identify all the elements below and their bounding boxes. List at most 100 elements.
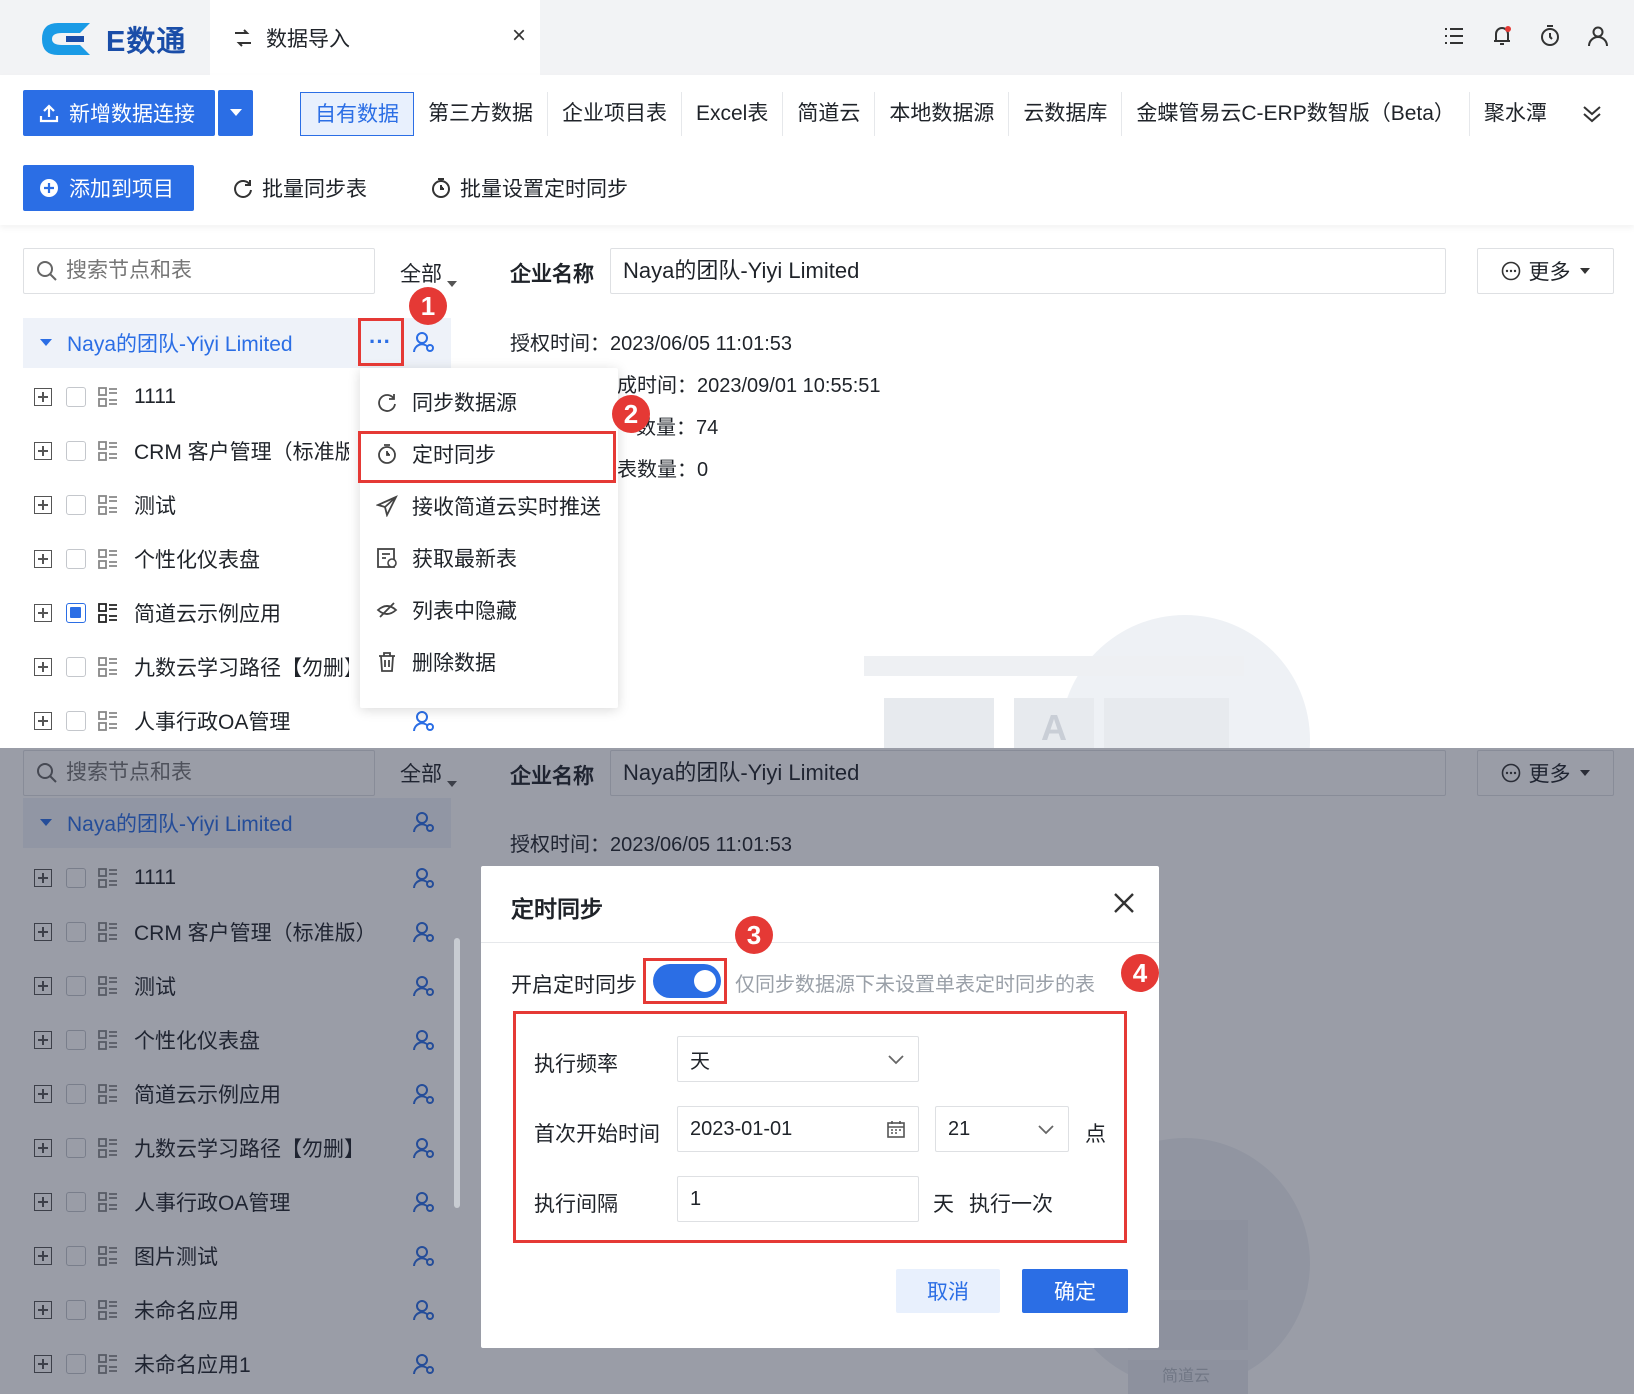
app-grid-icon <box>98 495 117 515</box>
tree-scrollbar[interactable] <box>454 938 460 1208</box>
main-toolbar: 新增数据连接 自有数据 第三方数据 企业项目表 Excel表 简道云 本地数据源… <box>0 75 1634 225</box>
sync-flow-icon <box>235 28 251 47</box>
more-tabs-button[interactable] <box>1570 92 1614 136</box>
task-list-icon[interactable] <box>1442 24 1466 48</box>
menu-item-receive-push[interactable]: 接收简道云实时推送 <box>360 481 618 531</box>
logo-text: E数通 <box>106 26 187 58</box>
double-chevron-down-icon <box>1583 106 1601 123</box>
table-refresh-icon <box>377 548 397 568</box>
expand-plus-icon[interactable] <box>34 496 52 514</box>
tree-row-label: 人事行政OA管理 <box>134 711 291 734</box>
more-circle-icon <box>1501 261 1520 281</box>
batch-sync-button[interactable]: 批量同步表 <box>232 165 367 211</box>
user-icon[interactable] <box>1586 24 1610 48</box>
app-grid-icon <box>98 441 117 461</box>
enable-hint: 仅同步数据源下未设置单表定时同步的表 <box>735 974 1095 996</box>
tree-row-label: 九数云学习路径【勿删】 <box>134 657 349 680</box>
tab-excel[interactable]: Excel表 <box>682 92 784 136</box>
batch-schedule-button[interactable]: 批量设置定时同步 <box>430 165 628 211</box>
menu-label: 接收简道云实时推送 <box>412 496 601 519</box>
illustration-card-letter: A <box>1014 698 1094 748</box>
tab-data-import[interactable]: 数据导入 × <box>210 0 540 75</box>
sync-time: 成时间：2023/09/01 10:55:51 <box>617 375 881 397</box>
expand-plus-icon[interactable] <box>34 658 52 676</box>
new-connection-button[interactable]: 新增数据连接 <box>23 90 215 136</box>
expand-plus-icon[interactable] <box>34 550 52 568</box>
more-button[interactable]: 更多 <box>1477 248 1614 294</box>
row-checkbox[interactable] <box>66 711 86 731</box>
confirm-button[interactable]: 确定 <box>1022 1269 1128 1313</box>
source-tabs: 自有数据 第三方数据 企业项目表 Excel表 简道云 本地数据源 云数据库 金… <box>300 92 1561 136</box>
caret-down-icon[interactable] <box>39 338 53 348</box>
expand-plus-icon[interactable] <box>34 604 52 622</box>
menu-label: 列表中隐藏 <box>412 600 517 623</box>
tab-third-party[interactable]: 第三方数据 <box>414 92 548 136</box>
row-checkbox[interactable] <box>66 387 86 407</box>
illustration-card-1 <box>884 698 994 748</box>
timer-icon[interactable] <box>1538 24 1562 48</box>
company-name-field[interactable]: Naya的团队-Yiyi Limited <box>610 248 1446 294</box>
member-icon[interactable] <box>412 709 436 733</box>
search-icon <box>37 261 57 281</box>
tab-close-icon[interactable]: × <box>512 22 526 50</box>
stopwatch-icon <box>432 178 450 198</box>
tree-search-input[interactable] <box>66 259 346 283</box>
row-checkbox[interactable] <box>66 549 86 569</box>
trash-icon <box>379 652 395 672</box>
app-logo: E数通 <box>38 18 186 60</box>
tree-filter-dropdown[interactable]: 全部 <box>400 258 458 288</box>
tree-row-label: 1111 <box>134 385 177 408</box>
cancel-button[interactable]: 取消 <box>896 1269 1000 1313</box>
row-checkbox[interactable] <box>66 657 86 677</box>
tab-own-data[interactable]: 自有数据 <box>300 92 414 136</box>
row-checkbox[interactable] <box>66 603 86 623</box>
close-icon[interactable] <box>1111 890 1137 916</box>
batch-schedule-label: 批量设置定时同步 <box>460 178 628 201</box>
caret-down-icon <box>447 281 457 287</box>
more-label: 更多 <box>1528 261 1571 284</box>
refresh-icon <box>234 180 252 198</box>
expand-plus-icon[interactable] <box>34 712 52 730</box>
menu-item-sync-source[interactable]: 同步数据源 <box>360 377 618 427</box>
tree-row-label: 简道云示例应用 <box>134 603 281 626</box>
member-icon[interactable] <box>412 330 436 354</box>
title-bar: E数通 数据导入 × <box>0 0 1634 75</box>
tab-local-source[interactable]: 本地数据源 <box>875 92 1010 136</box>
tab-enterprise-project[interactable]: 企业项目表 <box>548 92 682 136</box>
eye-off-icon <box>376 602 398 618</box>
step-badge-1: 1 <box>409 287 447 325</box>
dialog-title: 定时同步 <box>511 896 603 922</box>
highlight-more-button <box>358 318 404 366</box>
row-checkbox[interactable] <box>66 441 86 461</box>
upload-icon <box>39 104 59 123</box>
send-icon <box>376 495 398 517</box>
row-checkbox[interactable] <box>66 495 86 515</box>
tree-row-label: 个性化仪表盘 <box>134 549 260 572</box>
new-connection-dropdown-button[interactable] <box>218 90 253 136</box>
tab-kingdee[interactable]: 金蝶管易云C-ERP数智版（Beta） <box>1122 92 1470 136</box>
caret-down-icon <box>1579 268 1590 274</box>
menu-label: 删除数据 <box>412 652 496 675</box>
add-to-project-button[interactable]: 添加到项目 <box>23 165 194 211</box>
menu-item-fetch-latest[interactable]: 获取最新表 <box>360 533 618 583</box>
batch-sync-label: 批量同步表 <box>262 178 367 201</box>
tab-cloud-db[interactable]: 云数据库 <box>1009 92 1123 136</box>
app-grid-icon <box>98 657 117 677</box>
node-context-menu: 同步数据源 定时同步 接收简道云实时推送 获取最新表 列表中隐藏 删除数据 <box>360 368 618 708</box>
tree-row-label: 测试 <box>134 495 176 518</box>
menu-item-hide-in-list[interactable]: 列表中隐藏 <box>360 585 618 635</box>
tab-jiandaoyun[interactable]: 简道云 <box>783 92 876 136</box>
menu-item-delete-data[interactable]: 删除数据 <box>360 637 618 687</box>
tab-jushuitan[interactable]: 聚水潭 <box>1470 92 1561 136</box>
tree-search-box[interactable] <box>23 248 375 294</box>
enable-label: 开启定时同步 <box>511 974 637 997</box>
auth-time: 授权时间：2023/06/05 11:01:53 <box>510 333 793 355</box>
expand-plus-icon[interactable] <box>34 388 52 406</box>
company-name-label: 企业名称 <box>510 263 594 286</box>
bell-icon[interactable] <box>1490 24 1514 48</box>
app-grid-icon <box>98 387 117 407</box>
hidden-table-count: 表数量：0 <box>617 459 709 481</box>
expand-plus-icon[interactable] <box>34 442 52 460</box>
highlight-scheduled-sync <box>358 431 616 483</box>
filter-label: 全部 <box>400 263 442 286</box>
